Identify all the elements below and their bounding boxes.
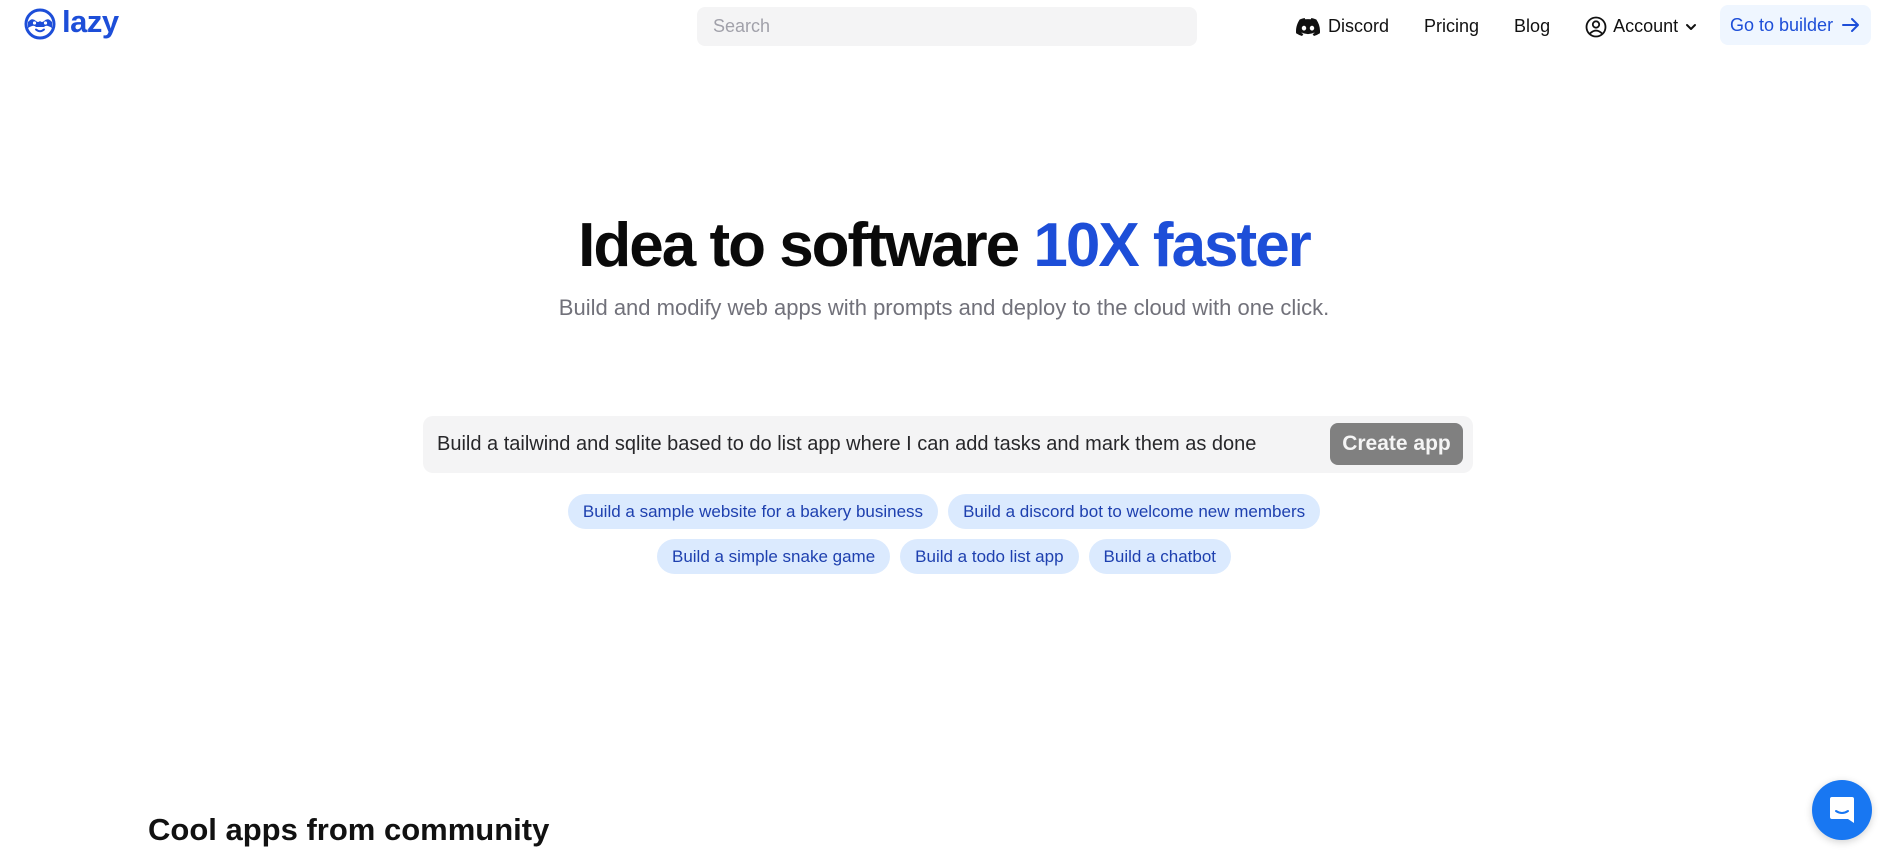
create-app-button[interactable]: Create app bbox=[1330, 423, 1463, 465]
hero-title-accent: 10X faster bbox=[1033, 211, 1311, 280]
nav-blog-link[interactable]: Blog bbox=[1514, 16, 1550, 37]
top-nav-bar: lazy Discord Pricing Blog Account Go to … bbox=[0, 0, 1888, 52]
suggestion-chip[interactable]: Build a todo list app bbox=[900, 539, 1079, 574]
suggestion-chips-row-1: Build a sample website for a bakery busi… bbox=[0, 494, 1888, 529]
prompt-form: Create app bbox=[423, 416, 1473, 473]
hero-title-main: Idea to software bbox=[578, 211, 1034, 280]
account-menu-button[interactable]: Account bbox=[1585, 16, 1698, 38]
search-input[interactable] bbox=[697, 7, 1197, 46]
prompt-input[interactable] bbox=[437, 426, 1317, 463]
arrow-right-icon bbox=[1842, 18, 1860, 32]
nav-pricing-link[interactable]: Pricing bbox=[1424, 16, 1479, 37]
chat-widget-button[interactable] bbox=[1812, 780, 1872, 840]
nav-discord-label: Discord bbox=[1328, 16, 1390, 36]
discord-icon bbox=[1296, 17, 1320, 36]
main-nav: Discord Pricing Blog Account bbox=[1296, 7, 1698, 46]
chevron-down-icon bbox=[1686, 23, 1697, 30]
suggestion-chip[interactable]: Build a sample website for a bakery busi… bbox=[567, 494, 939, 529]
go-to-builder-button[interactable]: Go to builder bbox=[1720, 5, 1872, 45]
suggestion-chip[interactable]: Build a discord bot to welcome new membe… bbox=[948, 494, 1321, 529]
go-to-builder-label: Go to builder bbox=[1730, 14, 1834, 35]
sloth-logo-icon bbox=[24, 8, 56, 40]
suggestion-chips-row-2: Build a simple snake game Build a todo l… bbox=[0, 539, 1888, 574]
suggestion-chip[interactable]: Build a simple snake game bbox=[656, 539, 891, 574]
logo-link[interactable]: lazy bbox=[24, 4, 119, 40]
chat-bubble-icon bbox=[1830, 797, 1854, 823]
account-label: Account bbox=[1613, 16, 1679, 36]
logo-text: lazy bbox=[62, 4, 119, 39]
hero-subtitle: Build and modify web apps with prompts a… bbox=[558, 295, 1330, 320]
hero-title: Idea to software 10X faster bbox=[0, 208, 1888, 284]
suggestion-chip[interactable]: Build a chatbot bbox=[1088, 539, 1232, 574]
nav-discord-link[interactable]: Discord bbox=[1296, 16, 1389, 37]
user-circle-icon bbox=[1585, 16, 1607, 37]
community-section-title: Cool apps from community bbox=[148, 812, 550, 847]
